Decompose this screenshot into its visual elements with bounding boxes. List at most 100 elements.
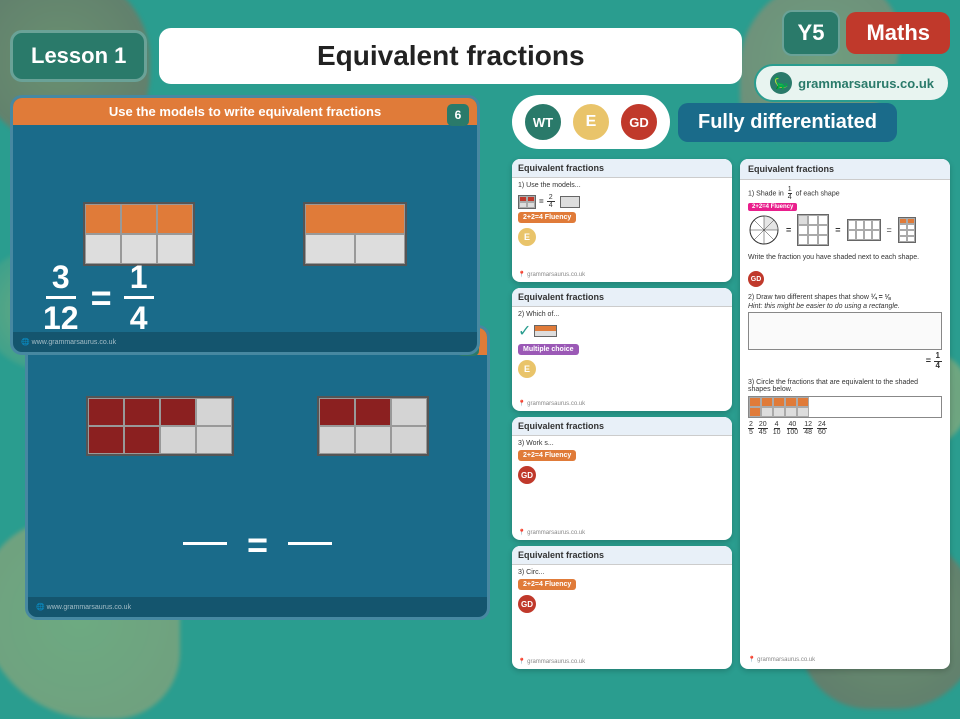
ws-4-q: 3) Circ... [518,569,726,576]
main-content: Use the models to write equivalent fract… [10,95,950,669]
worksheet-2[interactable]: Equivalent fractions 2) Which of... ✓ Mu… [512,288,732,411]
slide-2-bottom: 🌐 www.grammarsaurus.co.uk [28,597,487,617]
cell [121,204,157,234]
grammarsaurus-badge: 🦕 grammarsaurus.co.uk [754,64,950,102]
ws-3-q: 3) Work s... [518,440,726,447]
worksheet-4[interactable]: Equivalent fractions 3) Circ... 2+2=4 Fl… [512,546,732,669]
lws-header: Equivalent fractions [740,159,950,180]
lws-fractions-row: 25 2045 410 40100 1248 2460 [748,421,942,436]
slide-2: Use the models to write equivalent fract… [25,325,490,620]
cell [157,204,193,234]
ws-3-badge: GD [518,466,536,484]
lws-q2: Write the fraction you have shaded next … [748,254,942,263]
cell [305,234,355,264]
worksheet-3[interactable]: Equivalent fractions 3) Work s... 2+2=4 … [512,417,732,540]
ws-2-q: 2) Which of... [518,311,726,318]
cell [88,426,124,454]
slides-area: Use the models to write equivalent fract… [10,95,500,669]
ws-3-body: 3) Work s... 2+2=4 Fluency GD 📍 grammars… [512,436,732,540]
ws-2-gramm: 📍 grammarsaurus.co.uk [518,400,726,407]
ws-1-badge: E [518,228,536,246]
slide-2-grid-2 [317,396,429,456]
frac2-numerator: 1 [130,261,148,293]
lws-tall-grid [898,217,916,243]
wt-badge: WT [522,101,564,143]
cell [305,204,405,234]
title-box: Equivalent fractions [159,28,742,84]
grammarsaurus-icon: 🦕 [770,72,792,94]
slide-1-header: Use the models to write equivalent fract… [13,98,477,125]
frac-divider-2 [124,296,154,299]
checkmark-icon: ✓ [518,321,531,341]
grammarsaurus-url: grammarsaurus.co.uk [798,76,934,91]
cell [85,204,121,234]
frac-divider [46,296,76,299]
cell [391,398,427,426]
cell [319,426,355,454]
slide-1-body: 3 12 = 1 4 [13,125,477,343]
ws-2-badge: E [518,360,536,378]
lws-fluency-badge: 2+2=4 Fluency [748,203,797,211]
equals-sign-2: = [247,524,268,566]
slide-1: Use the models to write equivalent fract… [10,95,480,355]
cell [196,426,232,454]
ws-4-header: Equivalent fractions [512,546,732,565]
fraction-1: 3 12 [43,261,79,334]
ws-2-tag: Multiple choice [518,344,579,355]
lws-circle [748,214,780,246]
year-badge: Y5 [782,10,841,56]
cell [160,398,196,426]
lesson-badge: Lesson 1 [10,30,147,82]
cell [160,426,196,454]
fraction-2: 1 4 [124,261,154,334]
lws-body: 1) Shade in 1 4 of each shape 2+2=4 Flue… [740,180,950,669]
cell [319,398,355,426]
cell [124,398,160,426]
lws-q4: 3) Circle the fractions that are equival… [748,379,942,436]
lws-q3: 2) Draw two different shapes that show ¼… [748,294,942,371]
ws-4-badge: GD [518,595,536,613]
lesson-label: Lesson 1 [31,43,126,68]
gd-badge: GD [618,101,660,143]
right-badges: Y5 Maths 🦕 grammarsaurus.co.uk [754,10,950,102]
cell [88,398,124,426]
frac1-numerator: 3 [52,261,70,293]
maths-badge: Maths [846,12,950,54]
ws-1-header: Equivalent fractions [512,159,732,178]
ws-2-header: Equivalent fractions [512,288,732,307]
ws-3-gramm: 📍 grammarsaurus.co.uk [518,529,726,536]
worksheets-row: Equivalent fractions 1) Use the models..… [512,159,950,669]
ws-4-gramm: 📍 grammarsaurus.co.uk [518,658,726,665]
slide-1-bottom: 🌐 www.grammarsaurus.co.uk [13,332,477,352]
ws-1-gramm: 📍 grammarsaurus.co.uk [518,271,726,278]
lws-q1: 1) Shade in 1 4 of each shape 2+2=4 Flue… [748,186,942,246]
fully-differentiated-label: Fully differentiated [678,103,897,142]
cell [355,426,391,454]
cell [196,398,232,426]
year-maths-row: Y5 Maths [782,10,950,56]
worksheet-1[interactable]: Equivalent fractions 1) Use the models..… [512,159,732,282]
equals-sign: = [91,277,112,319]
cell [391,426,427,454]
ws-1-tag: 2+2=4 Fluency [518,212,576,223]
e-badge: E [570,101,612,143]
cell [157,234,193,264]
lws-square-grid [797,214,829,246]
diff-badge-container: WT E GD Fully differentiated [512,95,950,149]
large-worksheet[interactable]: Equivalent fractions 1) Shade in 1 4 of … [740,159,950,669]
frac1-denominator: 12 [43,302,79,334]
lws-drawing-box [748,312,942,350]
slide-1-instruction: Use the models to write equivalent fract… [109,104,381,119]
slide-2-grid-1 [86,396,234,456]
ws-1-q: 1) Use the models... [518,182,726,189]
ws-3-tag: 2+2=4 Fluency [518,450,576,461]
right-panel: WT E GD Fully differentiated Equivalent … [512,95,950,669]
header: Lesson 1 Equivalent fractions Y5 Maths 🦕… [10,10,950,102]
cell [355,398,391,426]
lws-gramm: 📍 grammarsaurus.co.uk [748,656,942,663]
slide-1-grid-1 [83,202,195,266]
slide-1-grid-2 [303,202,407,266]
small-worksheets-col: Equivalent fractions 1) Use the models..… [512,159,732,669]
slide-1-number: 6 [447,104,469,126]
lws-gd-badge: GD [748,271,764,287]
